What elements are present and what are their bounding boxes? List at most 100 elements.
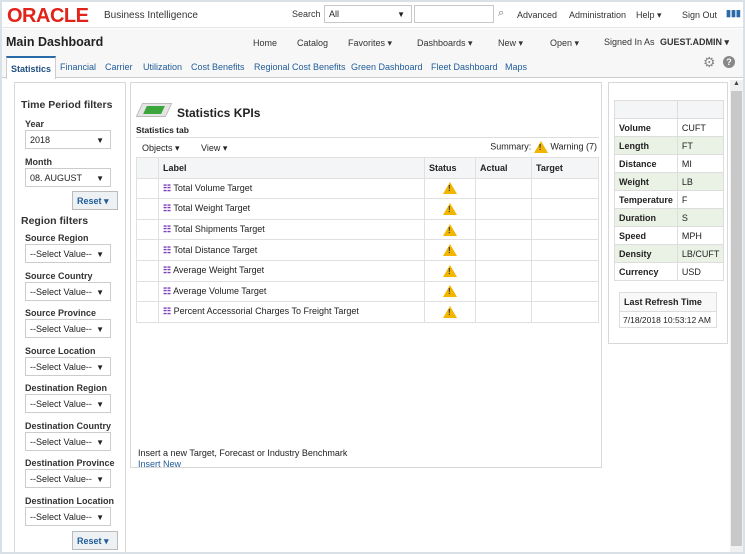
units-panel: Volume CUFT Length FT Distance MI Weight LB Temp… (608, 82, 728, 344)
tab-maps[interactable]: Maps (505, 62, 527, 72)
help-menu[interactable]: Help ▾ (636, 10, 662, 21)
reset-time-button[interactable]: Reset ▾ (72, 191, 118, 210)
tab-utilization[interactable]: Utilization (143, 62, 182, 72)
unit-value: USD (676, 262, 725, 281)
dashboard-tabs: Statistics Financial Carrier Utilization… (2, 54, 743, 79)
region-filter-select[interactable]: --Select Value-- ▼ (25, 469, 111, 488)
unit-measure: Density (614, 244, 678, 263)
search-label: Search (292, 9, 321, 19)
kpi-row[interactable]: ☷ Average Weight Target (136, 259, 599, 282)
region-filter-value: --Select Value-- (30, 286, 92, 297)
month-label: Month (25, 157, 52, 167)
kpi-actual (475, 218, 532, 241)
nav-new[interactable]: New ▾ (498, 38, 523, 49)
filters-panel: Time Period filters Year 2018 ▼ Month 08.… (14, 82, 126, 552)
vertical-scrollbar[interactable]: ▲ (730, 80, 743, 552)
nav-favorites[interactable]: Favorites ▾ (348, 38, 392, 49)
scroll-up-icon[interactable]: ▲ (730, 80, 743, 87)
tab-carrier[interactable]: Carrier (105, 62, 133, 72)
unit-row: Currency USD (614, 262, 725, 281)
col-status: Status (424, 157, 476, 179)
kpi-row[interactable]: ☷ Total Distance Target (136, 239, 599, 261)
tab-green-dashboard[interactable]: Green Dashboard (351, 62, 423, 72)
nav-catalog[interactable]: Catalog (297, 38, 328, 48)
region-filter-select[interactable]: --Select Value-- ▼ (25, 281, 111, 301)
region-filter-label: Destination Region (25, 383, 108, 393)
sign-out-link[interactable]: Sign Out (682, 10, 717, 20)
warning-icon (443, 305, 457, 318)
objects-menu[interactable]: Objects ▾ (142, 143, 180, 154)
kpi-label[interactable]: Average Weight Target (173, 265, 264, 275)
region-filter-select[interactable]: --Select Value-- ▼ (25, 394, 111, 413)
kpi-row[interactable]: ☷ Total Volume Target (136, 177, 599, 200)
kpi-label[interactable]: Percent Accessorial Charges To Freight T… (174, 306, 359, 316)
kpi-label[interactable]: Total Shipments Target (173, 224, 264, 234)
kpi-label[interactable]: Total Weight Target (173, 203, 250, 213)
kpi-icon: ☷ (163, 182, 172, 193)
chevron-down-icon: ▼ (96, 136, 104, 145)
kpi-actual (475, 177, 532, 200)
global-header: ORACLE Business Intelligence Search All ▼… (2, 2, 743, 28)
warning-icon (533, 141, 548, 153)
month-value: 08. AUGUST (30, 173, 83, 183)
region-filter-select[interactable]: --Select Value-- ▼ (25, 244, 111, 263)
summary-label: Summary: (490, 141, 532, 152)
region-filter-label: Destination Province (25, 458, 115, 468)
view-menu[interactable]: View ▾ (201, 143, 227, 154)
kpi-target (531, 280, 599, 303)
region-filter-value: --Select Value-- (30, 474, 92, 484)
apps-icon[interactable]: ▮▮▮ (726, 8, 741, 19)
kpi-label[interactable]: Total Volume Target (173, 183, 252, 193)
search-input[interactable] (414, 5, 494, 23)
page-title: Main Dashboard (6, 35, 104, 49)
tab-regional-cost-benefits[interactable]: Regional Cost Benefits (254, 62, 346, 72)
kpi-icon: ☷ (163, 265, 172, 276)
unit-value: F (676, 190, 725, 209)
region-filter-value: --Select Value-- (30, 324, 92, 334)
region-filter-select[interactable]: --Select Value-- ▼ (25, 319, 111, 338)
nav-open[interactable]: Open ▾ (550, 38, 579, 49)
help-icon[interactable]: ? (723, 56, 735, 68)
chevron-down-icon: ▼ (96, 437, 104, 447)
col-actual: Actual (475, 157, 532, 179)
unit-value: FT (676, 136, 725, 155)
year-label: Year (25, 119, 45, 129)
col-target: Target (531, 157, 599, 179)
unit-row: Volume CUFT (614, 118, 725, 137)
kpi-row[interactable]: ☷ Percent Accessorial Charges To Freight… (136, 301, 599, 323)
summary-value: Warning (7) (550, 141, 597, 152)
unit-value: LB/CUFT (676, 244, 725, 263)
scrollbar-thumb[interactable] (731, 91, 742, 546)
user-menu[interactable]: GUEST.ADMIN ▾ (660, 37, 729, 48)
region-filter-select[interactable]: --Select Value-- ▼ (25, 506, 111, 526)
nav-home[interactable]: Home (253, 38, 277, 48)
reset-region-button[interactable]: Reset ▾ (72, 531, 118, 550)
tab-cost-benefits[interactable]: Cost Benefits (191, 62, 245, 72)
warning-icon (443, 264, 457, 277)
administration-link[interactable]: Administration (569, 10, 626, 20)
search-scope-select[interactable]: All ▼ (324, 5, 412, 23)
kpi-label[interactable]: Total Distance Target (173, 245, 257, 255)
search-scope-value: All (329, 9, 340, 19)
kpi-label[interactable]: Average Volume Target (173, 286, 266, 296)
region-filter-select[interactable]: --Select Value-- ▼ (25, 356, 111, 376)
nav-dashboards[interactable]: Dashboards ▾ (417, 38, 473, 49)
tab-statistics[interactable]: Statistics (6, 56, 57, 79)
kpi-row[interactable]: ☷ Total Shipments Target (136, 218, 599, 241)
month-select[interactable]: 08. AUGUST ▼ (25, 168, 111, 187)
year-select[interactable]: 2018 ▼ (25, 130, 111, 149)
insert-new-link[interactable]: Insert New (138, 459, 181, 469)
units-table: Volume CUFT Length FT Distance MI Weight LB Temp… (614, 100, 725, 281)
chevron-down-icon: ▼ (96, 250, 104, 259)
warning-icon (443, 223, 457, 236)
search-icon[interactable]: ⌕ (498, 7, 504, 20)
tab-financial[interactable]: Financial (60, 62, 96, 72)
gear-icon[interactable]: ⚙ (703, 54, 716, 71)
region-filter-select[interactable]: --Select Value-- ▼ (25, 431, 111, 451)
kpi-row[interactable]: ☷ Average Volume Target (136, 280, 599, 303)
oracle-logo: ORACLE (7, 5, 89, 27)
kpi-row[interactable]: ☷ Total Weight Target (136, 198, 599, 220)
advanced-link[interactable]: Advanced (517, 10, 557, 20)
warning-icon (443, 202, 457, 215)
tab-fleet-dashboard[interactable]: Fleet Dashboard (431, 62, 498, 72)
